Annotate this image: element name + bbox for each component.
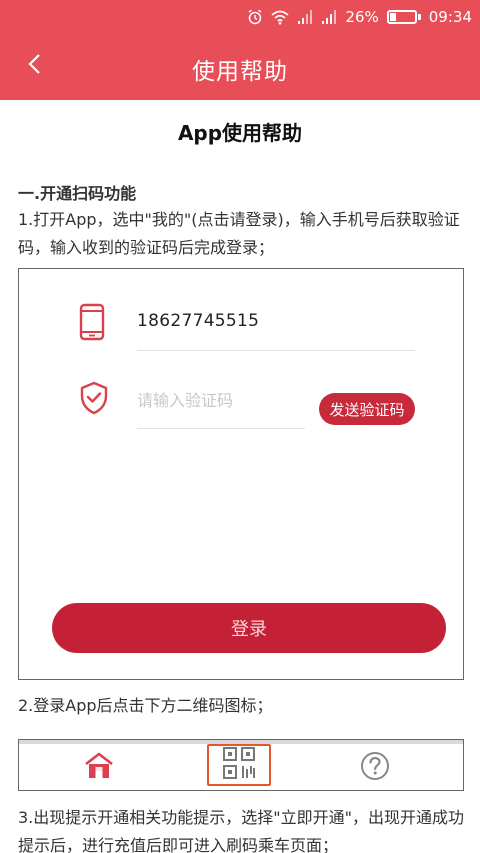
page-title: 使用帮助 bbox=[192, 59, 288, 85]
alarm-icon bbox=[247, 9, 263, 25]
phone-number-field[interactable]: 18627745515 bbox=[137, 311, 259, 331]
phone-icon bbox=[79, 303, 109, 341]
tab-scan-code[interactable] bbox=[207, 744, 271, 786]
qr-code-icon bbox=[222, 746, 256, 784]
battery-icon bbox=[386, 10, 421, 24]
wifi-icon bbox=[271, 9, 289, 25]
signal-icon bbox=[297, 10, 313, 24]
status-icons: 26% 09:34 bbox=[247, 7, 472, 27]
verification-code-input[interactable] bbox=[137, 391, 307, 410]
clock: 09:34 bbox=[428, 8, 472, 26]
step-3-text: 3.出现提示开通相关功能提示，选择"立即开通"，出现开通成功提示后，进行充值后即… bbox=[18, 808, 464, 853]
section-heading: 一.开通扫码功能 bbox=[18, 184, 137, 203]
phone-underline bbox=[137, 350, 415, 351]
login-button[interactable]: 登录 bbox=[52, 603, 446, 653]
document-title: App使用帮助 bbox=[177, 121, 303, 145]
step-2-text: 2.登录App后点击下方二维码图标； bbox=[18, 696, 273, 715]
verification-row: 发送验证码 bbox=[79, 369, 415, 429]
login-screenshot: 18627745515 发送验证码 登录 bbox=[18, 268, 464, 680]
send-code-button[interactable]: 发送验证码 bbox=[319, 393, 415, 425]
signal-icon bbox=[321, 10, 337, 24]
tab-help[interactable] bbox=[357, 746, 393, 790]
app-bar: 使用帮助 bbox=[0, 34, 480, 100]
home-icon bbox=[84, 752, 114, 784]
tab-home[interactable] bbox=[81, 746, 117, 790]
code-underline bbox=[137, 428, 305, 429]
shield-check-icon bbox=[79, 381, 109, 419]
status-bar: 26% 09:34 bbox=[0, 0, 480, 34]
step-1-text: 1.打开App，选中"我的"(点击请登录)，输入手机号后获取验证码，输入收到的验… bbox=[18, 210, 460, 257]
battery-percent: 26% bbox=[345, 8, 379, 26]
tab-bar-screenshot bbox=[18, 739, 464, 791]
help-icon bbox=[360, 751, 390, 785]
phone-row: 18627745515 bbox=[79, 291, 415, 351]
